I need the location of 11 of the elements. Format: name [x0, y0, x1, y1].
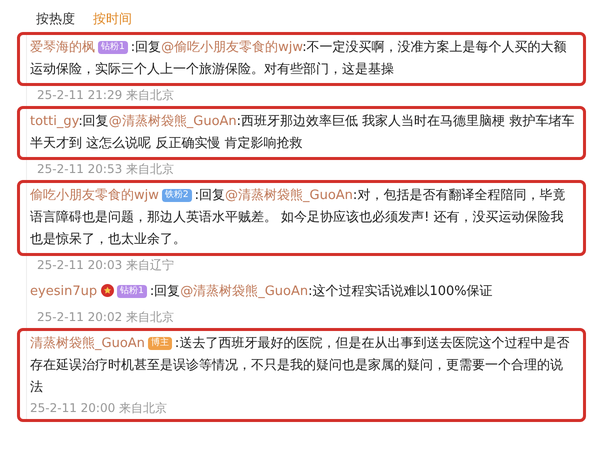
comment-time: 25-2-11 20:53 来自北京: [36, 161, 176, 178]
comment-text: 偷吃小朋友零食的wjw 铁粉2 :回复@清蒸树袋熊_GuoAn:对，包括是否有翻译全程陪同，毕竟语言障碍也是问题，那边人英语水平贼差。 如今足协应该也必须发声! 还有，没买运动保险我也是惊呆了，也太业余了。: [30, 187, 566, 249]
comment-text: 爱琴海的枫 钻粉1 :回复@偷吃小朋友零食的wjw:不一定没买啊，没准方案上是每个人买的大额运动保险，实际三个人上一个旅游保险。对有些部门，这是基操: [30, 39, 568, 79]
sort-tab[interactable]: 按热度: [36, 10, 75, 28]
comment-text: eyesin7up 钻粉1 :回复@清蒸树袋熊_GuoAn:这个过程实话说难以100%保证: [30, 283, 494, 301]
comment-text: 清蒸树袋熊_GuoAn 博主 :送去了西班牙最好的医院，但是在从出事到送去医院这个过程中是否存在延误治疗时机甚至是误诊等情况，不只是我的疑问也是家属的疑问，更需要一个合理的说法: [30, 335, 570, 397]
comment-time: 25-2-11 21:29 来自北京: [36, 87, 176, 104]
comment-text: totti_gy:回复@清蒸树袋熊_GuoAn:西班牙那边效率巨低 我家人当时在马德里脑梗 救护车堵车半天才到 这怎么说呢 反正确实慢 肯定影响抢救: [30, 113, 575, 153]
comment-time: 25-2-11 20:00 来自北京: [30, 400, 168, 417]
comment-time: 25-2-11 20:03 来自辽宁: [36, 257, 176, 274]
comment-time: 25-2-11 20:02 来自北京: [36, 309, 176, 326]
